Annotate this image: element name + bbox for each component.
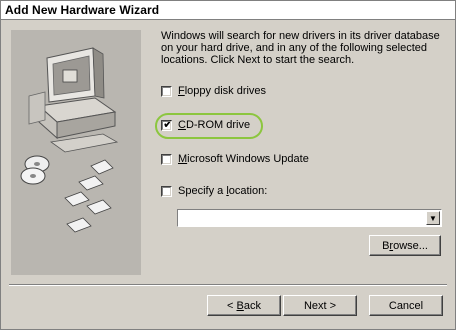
cdrom-highlight-ring: [155, 113, 263, 139]
cancel-label: Cancel: [388, 299, 424, 312]
browse-label: Browse...: [382, 239, 428, 252]
browse-button[interactable]: Browse...: [369, 235, 441, 256]
title-divider: [1, 19, 455, 20]
window-title: Add New Hardware Wizard: [5, 3, 160, 17]
back-label: < Back: [227, 299, 261, 312]
cancel-button[interactable]: Cancel: [369, 295, 443, 316]
floppy-label: Floppy disk drives: [178, 85, 267, 97]
floppy-checkbox[interactable]: [161, 85, 172, 97]
wizard-window: Add New Hardware Wizard Windows will sea…: [0, 0, 456, 330]
location-dropdown[interactable]: ▼: [177, 209, 442, 227]
back-button[interactable]: < Back: [207, 295, 281, 316]
specify-location-checkbox[interactable]: [161, 185, 172, 197]
next-button[interactable]: Next >: [283, 295, 357, 316]
wizard-description: Windows will search for new drivers in i…: [161, 30, 440, 66]
wizard-illustration: [11, 30, 141, 275]
title-bar: Add New Hardware Wizard: [1, 1, 455, 19]
dropdown-arrow-button[interactable]: ▼: [426, 211, 440, 225]
option-specify-location[interactable]: Specify a location:: [161, 183, 267, 199]
windows-update-label: Microsoft Windows Update: [178, 153, 309, 165]
computer-and-discs-icon: [11, 30, 141, 275]
footer-divider: [9, 284, 447, 286]
next-label: Next >: [303, 299, 337, 312]
option-floppy[interactable]: Floppy disk drives: [161, 83, 266, 99]
chevron-down-icon: ▼: [429, 213, 437, 223]
specify-location-label: Specify a location:: [178, 185, 268, 197]
option-windows-update[interactable]: Microsoft Windows Update: [161, 151, 309, 167]
windows-update-checkbox[interactable]: [161, 153, 172, 165]
